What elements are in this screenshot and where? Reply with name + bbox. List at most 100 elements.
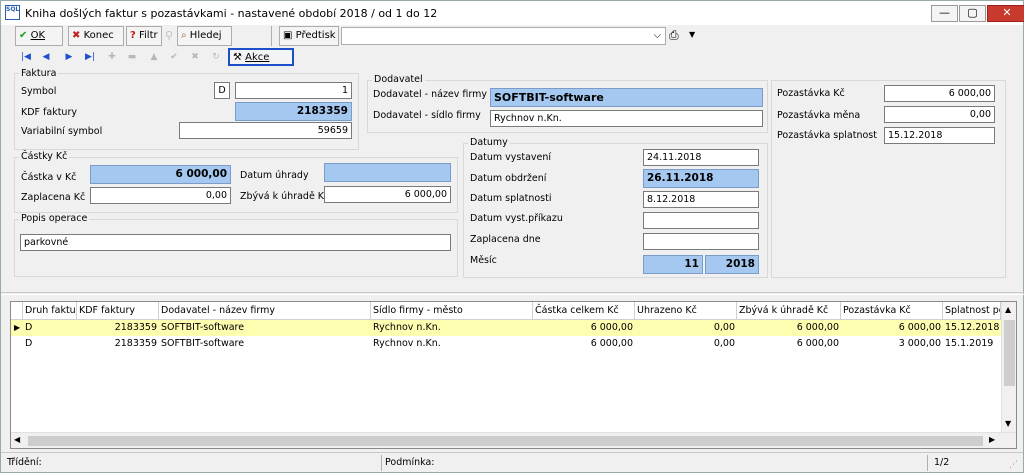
splatnosti-field[interactable]: 8.12.2018 (643, 191, 759, 208)
scroll-right-icon[interactable]: ▶ (989, 435, 995, 444)
zbyva-field[interactable]: 6 000,00 (324, 186, 451, 203)
dodavatel-nazev-field[interactable]: SOFTBIT-software (490, 88, 763, 107)
zaplacena-field[interactable]: 0,00 (90, 187, 231, 204)
filtr-button[interactable]: ? Filtr (126, 26, 162, 46)
resize-grip-icon[interactable]: ⋰ (1009, 460, 1018, 470)
pozastavka-mena-label: Pozastávka měna (777, 110, 861, 121)
refresh-icon[interactable]: ↻ (207, 49, 225, 65)
table-cell: Rychnov n.Kn. (373, 322, 441, 333)
current-row-icon: ▶ (14, 323, 21, 332)
mesic-label: Měsíc (470, 255, 497, 266)
popis-field[interactable]: parkovné (20, 234, 451, 251)
table-cell: SOFTBIT-software (161, 338, 245, 349)
splatnosti-label: Datum splatnosti (470, 193, 552, 204)
horizontal-scrollbar[interactable]: ◀ ▶ (11, 432, 1016, 448)
table-cell: 6 000,00 (796, 322, 839, 333)
close-button[interactable]: ✕ (987, 5, 1024, 22)
mesic-field[interactable]: 11 (643, 255, 703, 274)
vertical-scroll-thumb[interactable] (1004, 320, 1015, 386)
hledej-button[interactable]: ⌕ Hledej (177, 26, 232, 46)
dodavatel-sidlo-label: Dodavatel - sídlo firmy (373, 110, 481, 121)
podminka-status: Podmínka: (385, 457, 435, 468)
cancel-icon[interactable]: ✖ (186, 49, 204, 65)
table-cell: 6 000,00 (796, 338, 839, 349)
symbol-type-field[interactable]: D (214, 82, 230, 99)
datumy-group-label: Datumy (468, 137, 510, 148)
close-icon: ✕ (1002, 6, 1012, 19)
popis-group-label: Popis operace (19, 213, 90, 224)
table-cell: Rychnov n.Kn. (373, 338, 441, 349)
table-cell: 0,00 (713, 322, 735, 333)
symbol-field[interactable]: 1 (235, 82, 352, 99)
window-title: Kniha došlých faktur s pozastávkami - na… (25, 7, 438, 20)
table-cell: 6 000,00 (590, 322, 633, 333)
prev-record-icon[interactable]: ◀ (37, 49, 55, 65)
column-header[interactable]: Dodavatel - název firmy (159, 302, 371, 320)
obdrzeni-label: Datum obdržení (470, 173, 547, 184)
vystaveni-field[interactable]: 24.11.2018 (643, 149, 759, 166)
splitter[interactable] (1, 292, 1024, 295)
kdf-label: KDF faktury (21, 107, 77, 118)
scroll-left-icon[interactable]: ◀ (14, 435, 20, 444)
close-x-icon: ✖ (72, 30, 81, 41)
table-cell: 0,00 (713, 338, 735, 349)
column-header[interactable]: Pozastávka Kč (841, 302, 943, 320)
column-header[interactable]: Sídlo firmy - město (371, 302, 533, 320)
table-cell: 15.1.2019 (945, 338, 994, 349)
toolbar-separator (271, 26, 272, 46)
predtisk-button[interactable]: ▣ Předtisk (279, 26, 339, 46)
zbyva-label: Zbývá k úhradě Kč (240, 191, 330, 202)
delete-icon[interactable]: ▬ (123, 49, 141, 65)
scroll-down-icon[interactable]: ▼ (1005, 419, 1011, 428)
pozastavka-kc-field[interactable]: 6 000,00 (884, 85, 995, 102)
kdf-field[interactable]: 2183359 (235, 102, 352, 121)
last-record-icon[interactable]: ▶| (81, 49, 99, 65)
report-select[interactable]: ⌵ (341, 27, 666, 45)
vystaveni-label: Datum vystavení (470, 152, 552, 163)
column-header[interactable]: Splatnost poz (943, 302, 1001, 320)
column-header[interactable]: Druh faktury (23, 302, 77, 320)
first-record-icon[interactable]: |◀ (17, 49, 35, 65)
table-cell: SOFTBIT-software (161, 322, 245, 333)
insert-icon[interactable]: ✚ (103, 49, 121, 65)
vyst-prikazu-field[interactable] (643, 212, 759, 229)
column-header[interactable]: Částka celkem Kč (533, 302, 635, 320)
zaplacena-dne-field[interactable] (643, 233, 759, 250)
zaplacena-label: Zaplacena Kč (21, 192, 86, 203)
castka-label: Částka v Kč (21, 172, 77, 183)
status-separator (927, 455, 928, 471)
column-header[interactable]: Zbývá k úhradě Kč (737, 302, 841, 320)
scroll-up-icon[interactable]: ▲ (1005, 305, 1011, 314)
obdrzeni-field[interactable]: 26.11.2018 (643, 169, 759, 188)
konec-button[interactable]: ✖ Konec (68, 26, 124, 46)
binoculars-icon: ⌕ (181, 30, 187, 41)
ok-button[interactable]: ✔ OK (15, 26, 63, 46)
post-icon[interactable]: ✔ (165, 49, 183, 65)
next-record-icon[interactable]: ▶ (60, 49, 78, 65)
restore-button[interactable]: ▢ (959, 5, 986, 22)
check-icon: ✔ (19, 30, 28, 41)
minimize-button[interactable]: — (931, 5, 958, 22)
dodavatel-group-label: Dodavatel (372, 74, 425, 85)
akce-button[interactable]: ⚒ Akce (228, 48, 294, 66)
pozastavka-splatnost-field[interactable]: 15.12.2018 (884, 127, 995, 144)
printer-icon[interactable]: ⎙ (669, 28, 679, 43)
vertical-scrollbar[interactable]: ▲ ▼ (1001, 302, 1016, 432)
vs-field[interactable]: 59659 (179, 122, 352, 139)
column-header[interactable]: Uhrazeno Kč (635, 302, 737, 320)
rok-field[interactable]: 2018 (705, 255, 759, 274)
datum-uhrady-label: Datum úhrady (240, 170, 309, 181)
horizontal-scroll-thumb[interactable] (28, 436, 983, 446)
pozastavka-mena-field[interactable]: 0,00 (884, 106, 995, 123)
page-status: 1/2 (934, 457, 950, 468)
app-icon: SQL (5, 5, 20, 20)
title-bar: SQL Kniha došlých faktur s pozastávkami … (1, 1, 1024, 25)
printer-dropdown-icon[interactable]: ▼ (689, 30, 695, 39)
datum-uhrady-field[interactable] (324, 163, 451, 182)
castka-field[interactable]: 6 000,00 (90, 165, 231, 184)
column-header[interactable]: KDF faktury (77, 302, 159, 320)
dodavatel-sidlo-field[interactable]: Rychnov n.Kn. (490, 110, 763, 127)
status-separator (381, 455, 382, 471)
edit-icon[interactable]: ▲ (145, 49, 163, 65)
table-cell: 6 000,00 (898, 322, 941, 333)
